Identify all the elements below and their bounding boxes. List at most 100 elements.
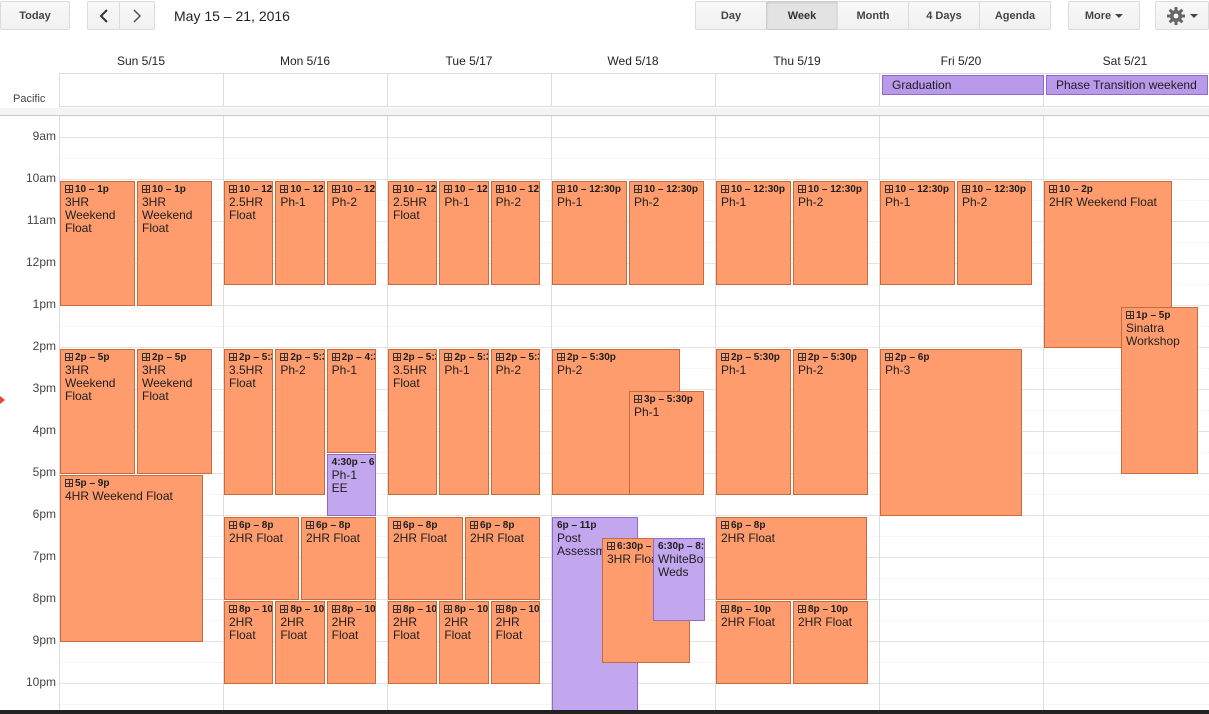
calendar-event[interactable]: 8p – 10p2HR Float: [439, 601, 489, 684]
time-grid[interactable]: 9am 10am 11am 12pm 1pm 2pm 3pm 4pm 5pm 6pm 7pm 8pm 9…: [0, 116, 1209, 712]
calendar-event[interactable]: 10 – 12:30pPh-2: [326, 181, 376, 285]
today-button[interactable]: Today: [0, 1, 70, 30]
grid-icon: [634, 395, 642, 403]
allday-event[interactable]: Phase Transition weekend: [1046, 75, 1208, 95]
calendar-event[interactable]: 10 – 12:30p2.5HR Float: [224, 181, 274, 285]
calendar-event[interactable]: 6p – 8p 2HR Float: [301, 517, 376, 600]
event-title: 2HR Float: [721, 531, 776, 545]
allday-event[interactable]: Graduation: [882, 75, 1044, 95]
event-time-text: 8p – 10p: [454, 604, 489, 615]
grid-icon: [229, 353, 237, 361]
calendar-event[interactable]: 10 – 12:30pPh-1: [716, 181, 791, 285]
view-day-button[interactable]: Day: [695, 1, 767, 30]
day-header[interactable]: Thu 5/19: [715, 54, 879, 70]
hour-label: 10am: [25, 171, 56, 185]
event-time-text: 10 – 12:30p: [895, 184, 949, 195]
grid-icon: [229, 605, 237, 613]
grid-icon: [393, 185, 401, 193]
view-agenda-button[interactable]: Agenda: [979, 1, 1051, 30]
calendar-event[interactable]: 10 – 12:30pPh-1: [552, 181, 627, 285]
event-time-text: 2p – 5:30p: [403, 352, 436, 363]
event-time: 10 – 12:30p: [717, 182, 790, 196]
grid-icon: [495, 605, 504, 613]
hour-label: 9am: [32, 129, 56, 143]
calendar-event[interactable]: 2p – 5:30pPh-1: [716, 349, 791, 495]
calendar-event[interactable]: 8p – 10p2HR Float: [224, 601, 274, 684]
event-title: 2HR Float: [229, 531, 284, 545]
view-week-button[interactable]: Week: [766, 1, 838, 30]
calendar-event[interactable]: 5p – 9p 4HR Weekend Float: [60, 475, 204, 642]
calendar-event[interactable]: 2p – 5:30p3.5HR Float: [224, 349, 274, 495]
event-time-text: 6p – 8p: [239, 520, 274, 531]
calendar-event[interactable]: 8p – 10p2HR Float: [388, 601, 438, 684]
event-title: 3.5HR Float: [229, 363, 264, 390]
day-header[interactable]: Sun 5/15: [59, 54, 223, 70]
hour-gridline: [59, 305, 1209, 306]
calendar-event[interactable]: 10 – 12:30pPh-2: [793, 181, 868, 285]
calendar-event[interactable]: 2p – 5:30p3.5HR Float: [388, 349, 438, 495]
calendar-event[interactable]: 8p – 10p2HR Float: [275, 601, 325, 684]
toolbar: Today May 15 – 21, 2016 Day Week Month 4…: [0, 0, 1209, 40]
event-time: 2p – 5:30p: [553, 350, 679, 364]
event-title: Ph-3: [885, 363, 911, 377]
calendar-event[interactable]: 2p – 5p 3HR Weekend Float: [60, 349, 135, 474]
calendar-event[interactable]: 6:30p – 8:30pWhiteBoarding Weds: [653, 538, 705, 621]
calendar-event[interactable]: 2p – 4:30pPh-1: [326, 349, 376, 453]
calendar-event[interactable]: 2p – 5:30pPh-2: [793, 349, 868, 495]
event-time: 10 – 1p: [138, 182, 211, 196]
view-4days-button[interactable]: 4 Days: [908, 1, 980, 30]
day-header[interactable]: Fri 5/20: [879, 54, 1043, 70]
grid-icon: [495, 353, 504, 361]
calendar-event[interactable]: 6p – 8p 2HR Float: [388, 517, 463, 600]
calendar-event[interactable]: 10 – 12:30pPh-2: [490, 181, 540, 285]
grid-icon: [65, 185, 73, 193]
event-title: 3HR Weekend Float: [65, 195, 116, 235]
calendar-event[interactable]: 10 – 12:30pPh-1: [275, 181, 325, 285]
calendar-event[interactable]: 4:30p – 6p Ph-1 EE: [326, 454, 376, 516]
calendar-event[interactable]: 10 – 12:30pPh-1: [880, 181, 955, 285]
grid-icon: [470, 521, 478, 529]
calendar-event[interactable]: 10 – 12:30p2.5HR Float: [388, 181, 438, 285]
day-header[interactable]: Sat 5/21: [1043, 54, 1207, 70]
grid-icon: [444, 353, 453, 361]
calendar-event[interactable]: 1p – 5p Sinatra Workshop: [1121, 307, 1198, 474]
grid-icon: [393, 605, 401, 613]
event-title: 2HR Float: [393, 531, 448, 545]
day-header[interactable]: Tue 5/17: [387, 54, 551, 70]
calendar-event[interactable]: 2p – 5:30pPh-2: [275, 349, 325, 495]
next-week-button[interactable]: [119, 1, 155, 30]
calendar-event[interactable]: 10 – 12:30pPh-1: [439, 181, 489, 285]
calendar-event[interactable]: 2p – 5p 3HR Weekend Float: [137, 349, 212, 474]
event-title: Ph-1: [721, 363, 747, 377]
more-label: More: [1084, 9, 1112, 22]
calendar-event[interactable]: 8p – 10p2HR Float: [490, 601, 540, 684]
view-month-button[interactable]: Month: [837, 1, 909, 30]
event-title: Ph-2: [962, 195, 988, 209]
calendar-event[interactable]: 8p – 10p2HR Float: [793, 601, 868, 684]
calendar-event[interactable]: 3p – 5:30p Ph-1: [629, 391, 704, 495]
caret-down-icon: [1190, 13, 1198, 18]
calendar-event[interactable]: 8p – 10p2HR Float: [716, 601, 791, 684]
day-header[interactable]: Wed 5/18: [551, 54, 715, 70]
calendar-event[interactable]: 6p – 8p 2HR Float: [224, 517, 299, 600]
calendar-event[interactable]: 6p – 8p 2HR Float: [716, 517, 867, 600]
event-time: 8p – 10p: [225, 602, 272, 616]
event-time-text: 10 – 12:30p: [454, 184, 488, 195]
calendar-event[interactable]: 2p – 6p Ph-3: [880, 349, 1022, 516]
more-button[interactable]: More: [1068, 1, 1140, 30]
calendar-event[interactable]: 10 – 12:30pPh-2: [629, 181, 704, 285]
calendar-event[interactable]: 10 – 12:30pPh-2: [957, 181, 1032, 285]
calendar-event[interactable]: 6p – 8p 2HR Float: [465, 517, 540, 600]
hour-label: 10pm: [25, 675, 56, 689]
event-time-text: 10 – 12:30p: [731, 184, 785, 195]
calendar-event[interactable]: 2p – 5:30pPh-2: [490, 349, 540, 495]
calendar-event[interactable]: 10 – 1p 3HR Weekend Float: [60, 181, 135, 306]
calendar-event[interactable]: 2p – 5:30pPh-1: [439, 349, 489, 495]
prev-week-button[interactable]: [87, 1, 120, 30]
calendar-event[interactable]: 8p – 10p2HR Float: [326, 601, 376, 684]
calendar-event[interactable]: 10 – 1p 3HR Weekend Float: [137, 181, 212, 306]
day-header[interactable]: Mon 5/16: [223, 54, 387, 70]
half-hour-gridline: [59, 326, 1209, 327]
grid-icon: [721, 521, 729, 529]
settings-button[interactable]: [1155, 1, 1209, 30]
